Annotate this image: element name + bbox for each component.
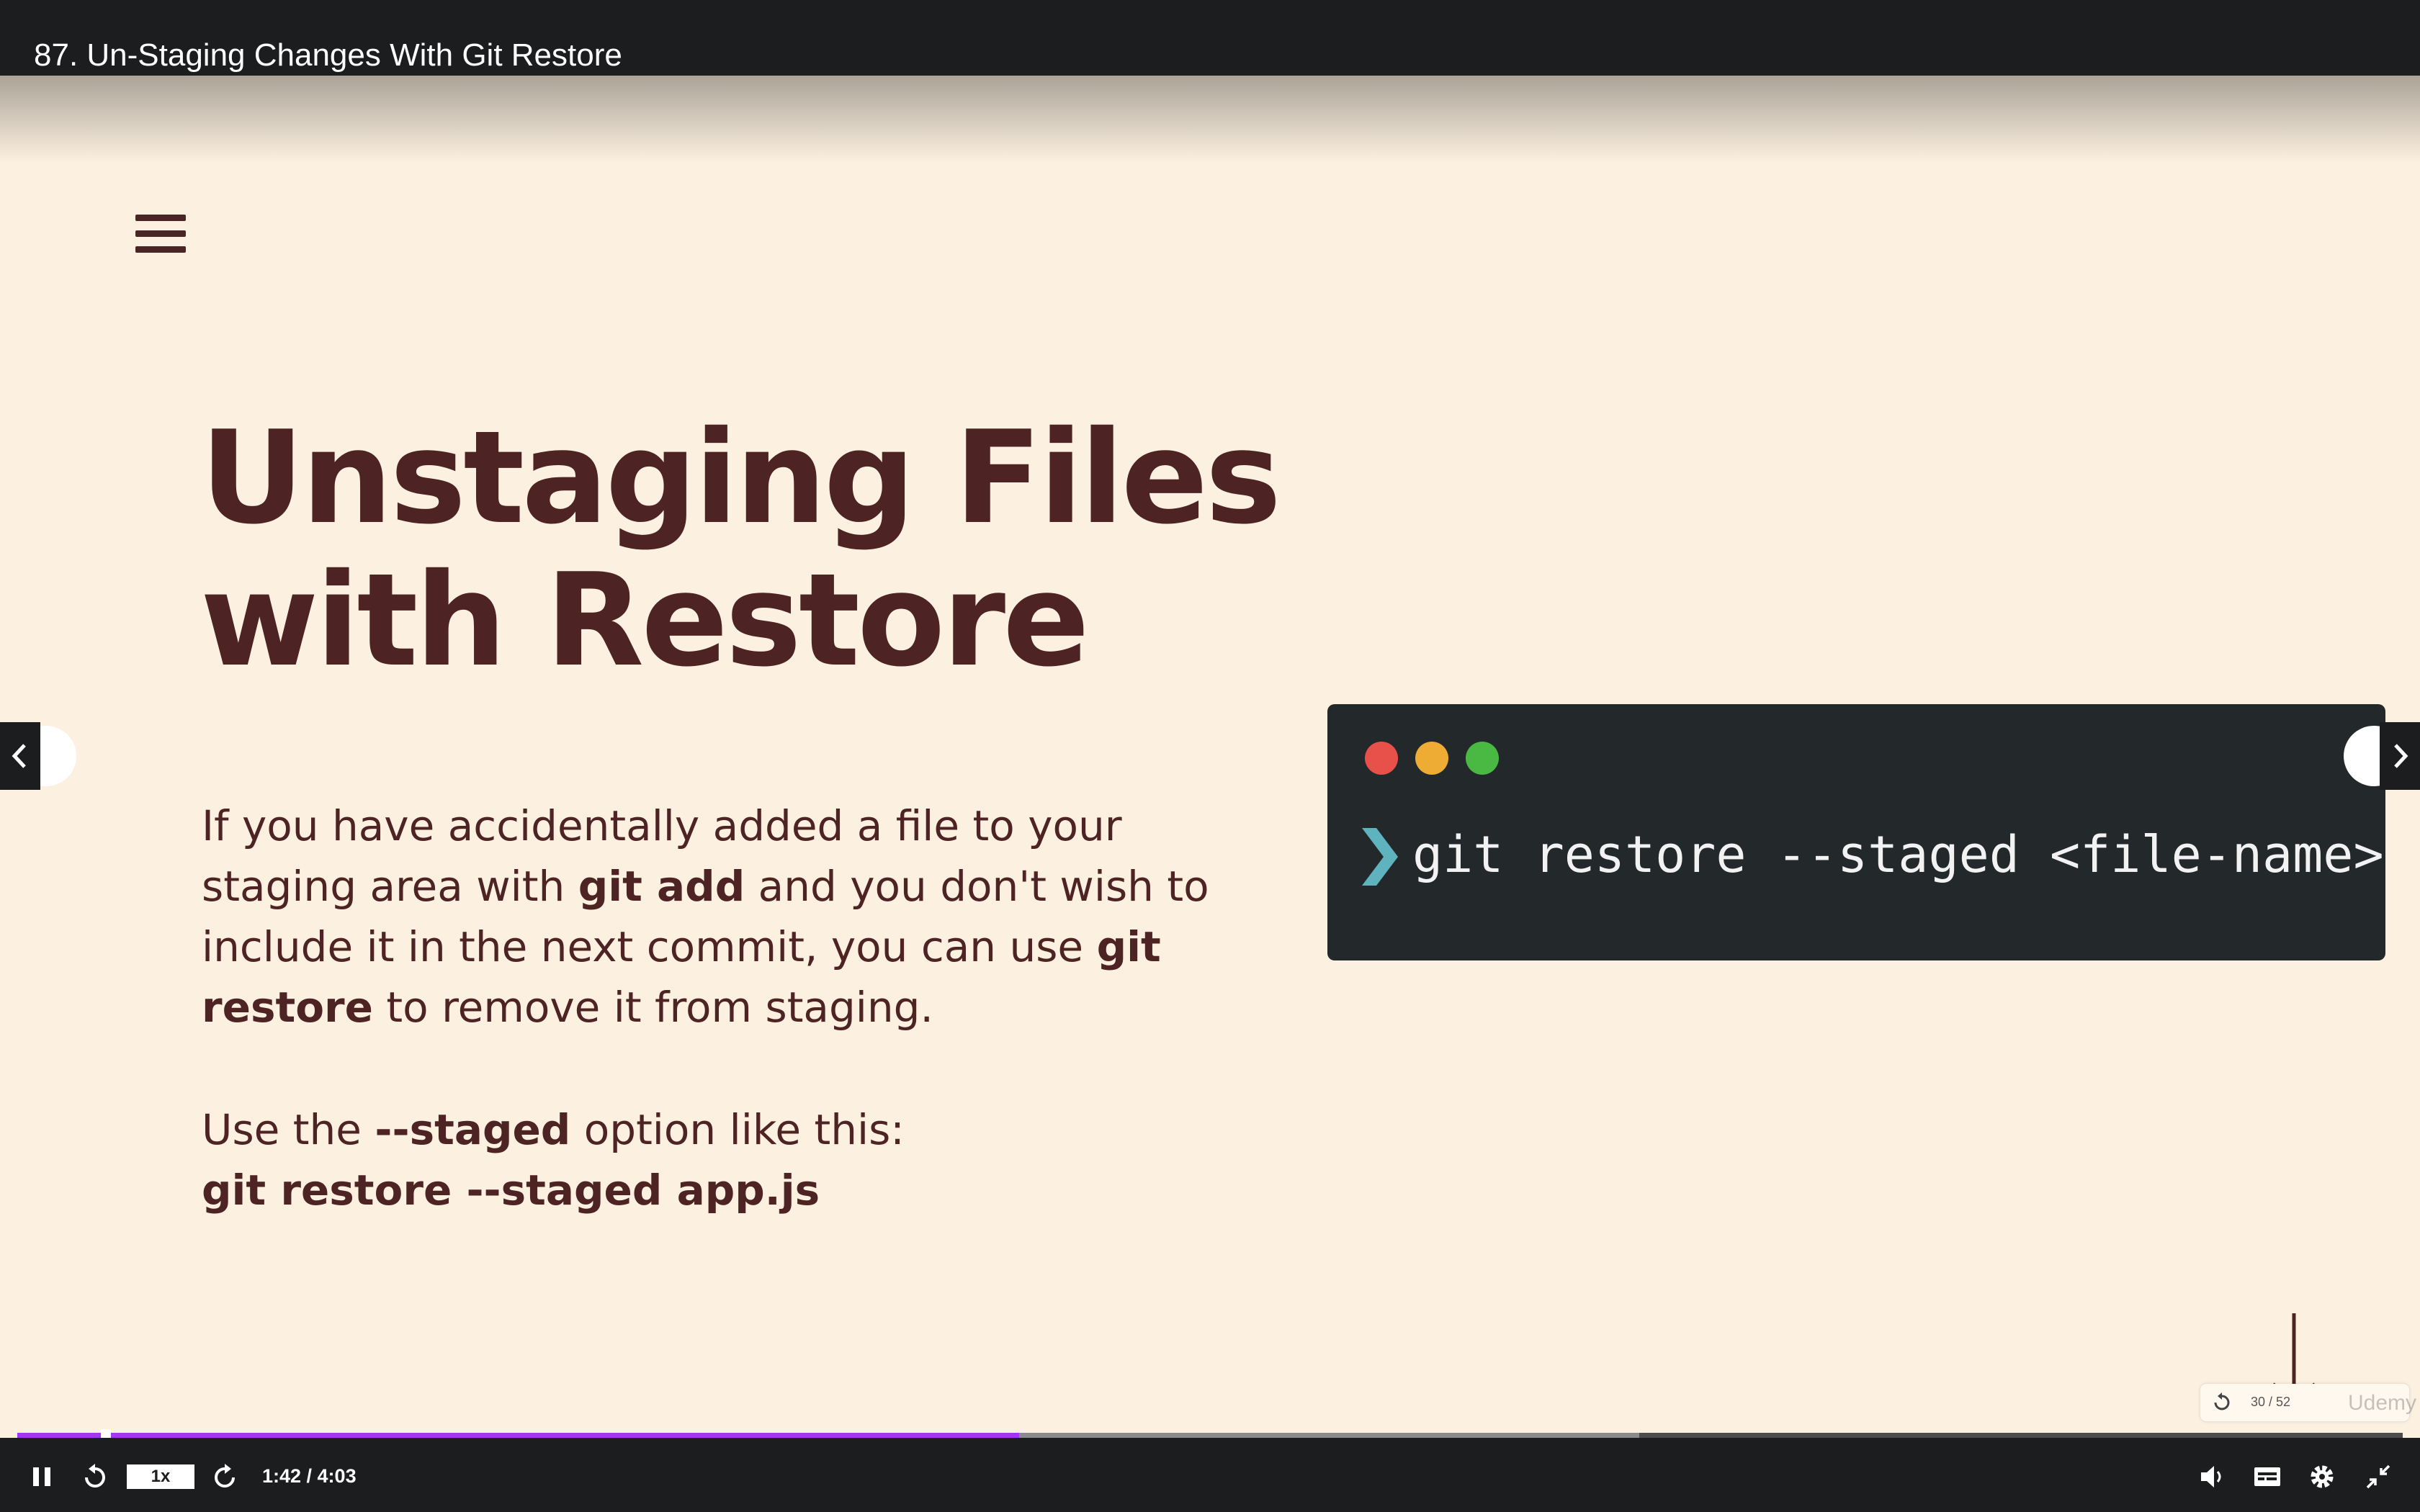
replay-icon[interactable] — [2212, 1392, 2232, 1413]
heading-line-1: Unstaging Files — [200, 403, 1281, 552]
hamburger-menu-icon[interactable] — [135, 209, 186, 259]
para-text: option like this: — [570, 1105, 905, 1154]
terminal-command: git restore --staged <file-name> — [1412, 825, 2384, 884]
title-shadow — [0, 76, 2420, 162]
video-title-bar: 87. Un-Staging Changes With Git Restore — [0, 0, 2420, 76]
slide-mini-controls: 30 / 52 Udemy — [2200, 1384, 2416, 1421]
prev-lecture-button[interactable] — [0, 722, 40, 790]
volume-icon[interactable] — [2198, 1462, 2227, 1491]
minimize-dot-icon — [1415, 742, 1448, 775]
para-bold-staged: --staged — [375, 1105, 571, 1154]
pause-icon[interactable] — [27, 1462, 56, 1491]
para-text: to remove it from staging. — [372, 983, 933, 1032]
chevron-right-icon — [1362, 828, 1398, 886]
para-text: Use the — [202, 1105, 375, 1154]
time-display: 1:42 / 4:03 — [262, 1465, 357, 1487]
prev-slide-icon — [12, 744, 26, 768]
exit-fullscreen-icon[interactable] — [2364, 1462, 2393, 1491]
watermark: Udemy — [2348, 1391, 2417, 1415]
player-control-bar: 1x 1:42 / 4:03 — [0, 1438, 2420, 1512]
maximize-dot-icon — [1466, 742, 1499, 775]
slide-area: Unstaging Files with Restore If you have… — [0, 76, 2420, 1436]
forward-icon[interactable] — [210, 1462, 239, 1491]
explanation-paragraph: If you have accidentally added a file to… — [202, 796, 1260, 1038]
rewind-icon[interactable] — [81, 1462, 109, 1491]
usage-paragraph: Use the --staged option like this: git r… — [202, 1099, 1260, 1220]
para-bold-git-add: git add — [578, 862, 745, 911]
terminal-window: git restore --staged <file-name> — [1327, 704, 2385, 960]
usage-example-command: git restore --staged app.js — [202, 1166, 820, 1215]
slide-counter: 30 / 52 — [2251, 1395, 2291, 1409]
slide-heading: Unstaging Files with Restore — [200, 407, 1281, 692]
heading-line-2: with Restore — [200, 546, 1090, 695]
close-dot-icon — [1365, 742, 1398, 775]
playback-speed-button[interactable]: 1x — [127, 1464, 194, 1489]
next-lecture-button[interactable] — [2380, 722, 2420, 790]
next-slide-icon — [2394, 744, 2408, 768]
settings-icon[interactable] — [2308, 1462, 2336, 1491]
lecture-title: 87. Un-Staging Changes With Git Restore — [34, 37, 622, 73]
progress-played — [17, 1433, 1019, 1438]
captions-icon[interactable] — [2253, 1462, 2282, 1491]
